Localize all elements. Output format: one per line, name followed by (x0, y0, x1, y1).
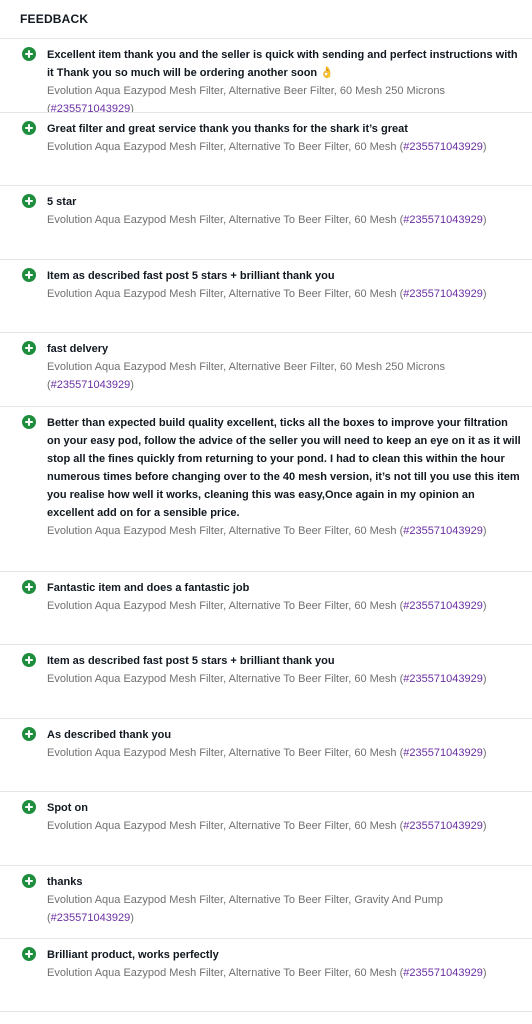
feedback-item: As described thank you Evolution Aqua Ea… (0, 719, 532, 792)
positive-rating-icon (22, 341, 36, 355)
feedback-comment: As described thank you (47, 728, 172, 741)
feedback-item: Better than expected build quality excel… (0, 407, 532, 572)
feedback-item-info: Evolution Aqua Eazypod Mesh Filter, Alte… (47, 524, 487, 537)
item-title: Evolution Aqua Eazypod Mesh Filter, Alte… (47, 524, 397, 537)
positive-rating-icon (22, 873, 36, 888)
item-title: Evolution Aqua Eazypod Mesh Filter, Alte… (47, 820, 397, 832)
feedback-item-info: Evolution Aqua Eazypod Mesh Filter, Alte… (47, 746, 487, 759)
feedback-item-info: Evolution Aqua Eazypod Mesh Filter, Alte… (47, 214, 487, 226)
positive-rating-icon (22, 947, 36, 961)
feedback-comment: 5 star (47, 196, 77, 208)
feedback-item-info: Evolution Aqua Eazypod Mesh Filter, Alte… (47, 599, 487, 612)
item-number-link[interactable]: #235571043929 (51, 912, 131, 924)
positive-rating-icon (22, 120, 36, 135)
feedback-item-info: Evolution Aqua Eazypod Mesh Filter, Alte… (47, 361, 446, 391)
feedback-item: Great filter and great service thank you… (0, 113, 532, 186)
feedback-comment: Item as described fast post 5 stars + br… (47, 655, 335, 667)
feedback-comment: fast delvery (47, 343, 109, 355)
feedback-item-info: Evolution Aqua Eazypod Mesh Filter, Alte… (47, 287, 487, 300)
feedback-item-info: Evolution Aqua Eazypod Mesh Filter, Alte… (47, 820, 487, 832)
item-number-link[interactable]: #235571043929 (403, 747, 483, 759)
item-number-link[interactable]: #235571043929 (51, 379, 131, 391)
feedback-item: Brilliant product, works perfectly Evolu… (0, 939, 532, 1012)
positive-rating-icon (22, 726, 36, 741)
item-title: Evolution Aqua Eazypod Mesh Filter, Alte… (47, 140, 397, 153)
feedback-comment: Great filter and great service thank you… (47, 122, 408, 135)
feedback-list: Excellent item thank you and the seller … (0, 39, 532, 1012)
feedback-comment: Spot on (47, 802, 88, 814)
feedback-item: Excellent item thank you and the seller … (0, 39, 532, 113)
positive-rating-icon (22, 579, 36, 594)
positive-rating-icon (22, 194, 36, 208)
feedback-comment: thanks (47, 875, 83, 888)
feedback-item: fast delvery Evolution Aqua Eazypod Mesh… (0, 333, 532, 407)
item-number-link[interactable]: #235571043929 (403, 141, 483, 153)
item-title: Evolution Aqua Eazypod Mesh Filter, Alte… (47, 361, 446, 373)
item-number-link[interactable]: #235571043929 (403, 288, 483, 300)
positive-rating-icon (22, 800, 36, 814)
item-title: Evolution Aqua Eazypod Mesh Filter, Alte… (47, 287, 397, 300)
feedback-comment: Brilliant product, works perfectly (47, 949, 219, 961)
item-number-link[interactable]: #235571043929 (403, 214, 483, 226)
item-title: Evolution Aqua Eazypod Mesh Filter, Alte… (47, 599, 397, 612)
feedback-item: Fantastic item and does a fantastic job … (0, 572, 532, 645)
positive-rating-icon (22, 414, 36, 429)
item-title: Evolution Aqua Eazypod Mesh Filter, Alte… (47, 893, 443, 906)
feedback-comment: Fantastic item and does a fantastic job (47, 581, 250, 594)
feedback-comment: Better than expected build quality excel… (47, 416, 521, 519)
feedback-item-info: Evolution Aqua Eazypod Mesh Filter, Alte… (47, 82, 524, 112)
item-title: Evolution Aqua Eazypod Mesh Filter, Alte… (47, 85, 446, 97)
feedback-comment: Item as described fast post 5 stars + br… (47, 269, 335, 282)
item-title: Evolution Aqua Eazypod Mesh Filter, Alte… (47, 673, 397, 685)
feedback-item: Item as described fast post 5 stars + br… (0, 260, 532, 333)
feedback-item: 5 star Evolution Aqua Eazypod Mesh Filte… (0, 186, 532, 260)
feedback-item-info: Evolution Aqua Eazypod Mesh Filter, Alte… (47, 893, 443, 924)
feedback-item: thanks Evolution Aqua Eazypod Mesh Filte… (0, 866, 532, 939)
positive-rating-icon (22, 653, 36, 667)
item-number-link[interactable]: #235571043929 (51, 103, 131, 112)
item-title: Evolution Aqua Eazypod Mesh Filter, Alte… (47, 214, 397, 226)
item-title: Evolution Aqua Eazypod Mesh Filter, Alte… (47, 746, 397, 759)
item-number-link[interactable]: #235571043929 (403, 820, 483, 832)
positive-rating-icon (22, 267, 36, 282)
feedback-item-info: Evolution Aqua Eazypod Mesh Filter, Alte… (47, 967, 487, 979)
feedback-comment: Excellent item thank you and the seller … (47, 49, 518, 79)
positive-rating-icon (22, 47, 36, 61)
feedback-header: FEEDBACK (0, 0, 532, 39)
item-number-link[interactable]: #235571043929 (403, 600, 483, 612)
feedback-item: Spot on Evolution Aqua Eazypod Mesh Filt… (0, 792, 532, 866)
item-title: Evolution Aqua Eazypod Mesh Filter, Alte… (47, 967, 397, 979)
feedback-item-info: Evolution Aqua Eazypod Mesh Filter, Alte… (47, 140, 487, 153)
feedback-item: Item as described fast post 5 stars + br… (0, 645, 532, 719)
feedback-item-info: Evolution Aqua Eazypod Mesh Filter, Alte… (47, 673, 487, 685)
item-number-link[interactable]: #235571043929 (403, 673, 483, 685)
section-title: FEEDBACK (20, 12, 89, 26)
item-number-link[interactable]: #235571043929 (403, 525, 483, 537)
item-number-link[interactable]: #235571043929 (403, 967, 483, 979)
